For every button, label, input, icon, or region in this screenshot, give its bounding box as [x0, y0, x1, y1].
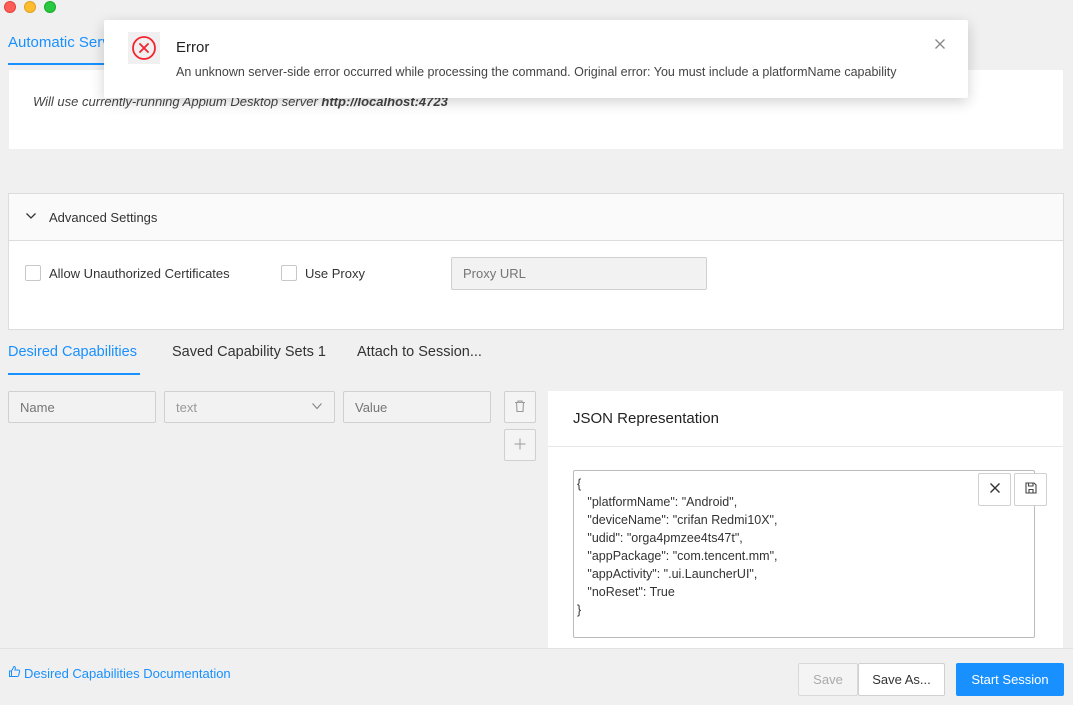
chevron-down-icon [25, 210, 37, 225]
proxy-url-input[interactable] [451, 257, 707, 290]
error-circle-icon [128, 32, 160, 64]
error-notification: Error An unknown server-side error occur… [104, 20, 968, 98]
advanced-settings-panel: Advanced Settings Allow Unauthorized Cer… [8, 193, 1064, 330]
save-as-button[interactable]: Save As... [858, 663, 945, 696]
use-proxy-checkbox[interactable] [281, 265, 297, 281]
json-panel-title: JSON Representation [548, 391, 1063, 447]
notification-title: Error [176, 39, 210, 56]
json-line: "noReset": True [577, 585, 675, 599]
save-button[interactable]: Save [798, 663, 858, 696]
use-proxy-label: Use Proxy [305, 266, 365, 281]
active-tab-indicator [8, 63, 118, 65]
json-line: "appPackage": "com.tencent.mm", [577, 549, 778, 563]
capability-type-value: text [176, 399, 197, 415]
trash-icon [513, 399, 527, 416]
json-line: } [577, 603, 582, 617]
window-controls [4, 1, 56, 13]
capability-value-input[interactable] [343, 391, 491, 423]
advanced-settings-title: Advanced Settings [49, 209, 158, 225]
delete-capability-button[interactable] [504, 391, 536, 423]
allow-unauthorized-checkbox[interactable] [25, 265, 41, 281]
tab-saved-capability-sets[interactable]: Saved Capability Sets 1 [172, 344, 326, 360]
json-line: "deviceName": "crifan Redmi10X", [577, 513, 778, 527]
json-line: "udid": "orga4pmzee4ts47t", [577, 531, 743, 545]
notification-message: An unknown server-side error occurred wh… [176, 65, 897, 79]
allow-unauthorized-label: Allow Unauthorized Certificates [49, 266, 230, 281]
thumbs-up-icon [8, 665, 21, 681]
tab-attach-to-session[interactable]: Attach to Session... [357, 344, 482, 360]
json-line: "platformName": "Android", [577, 495, 738, 509]
doc-link-label: Desired Capabilities Documentation [24, 665, 231, 681]
json-line: "appActivity": ".ui.LauncherUI", [577, 567, 758, 581]
json-editor[interactable]: { "platformName": "Android", "deviceName… [573, 470, 1035, 638]
json-line: { [577, 477, 582, 491]
close-icon [988, 481, 1002, 498]
chevron-down-icon [311, 400, 323, 415]
close-window-button[interactable] [4, 1, 16, 13]
capabilities-documentation-link[interactable]: Desired Capabilities Documentation [8, 665, 231, 681]
advanced-settings-header[interactable]: Advanced Settings [9, 194, 1063, 241]
save-icon [1024, 481, 1038, 498]
start-session-button[interactable]: Start Session [956, 663, 1064, 696]
cancel-edit-button[interactable] [978, 473, 1011, 506]
zoom-window-button[interactable] [44, 1, 56, 13]
json-representation-panel: JSON Representation { "platformName": "A… [548, 391, 1063, 648]
footer-divider [0, 648, 1073, 649]
capability-type-select[interactable]: text [164, 391, 335, 423]
close-notification-icon[interactable] [932, 36, 948, 52]
add-capability-button[interactable] [504, 429, 536, 461]
minimize-window-button[interactable] [24, 1, 36, 13]
save-json-button[interactable] [1014, 473, 1047, 506]
active-cap-tab-indicator [8, 373, 140, 375]
capability-name-input[interactable] [8, 391, 156, 423]
plus-icon [513, 437, 527, 454]
tab-desired-capabilities[interactable]: Desired Capabilities [8, 344, 137, 360]
